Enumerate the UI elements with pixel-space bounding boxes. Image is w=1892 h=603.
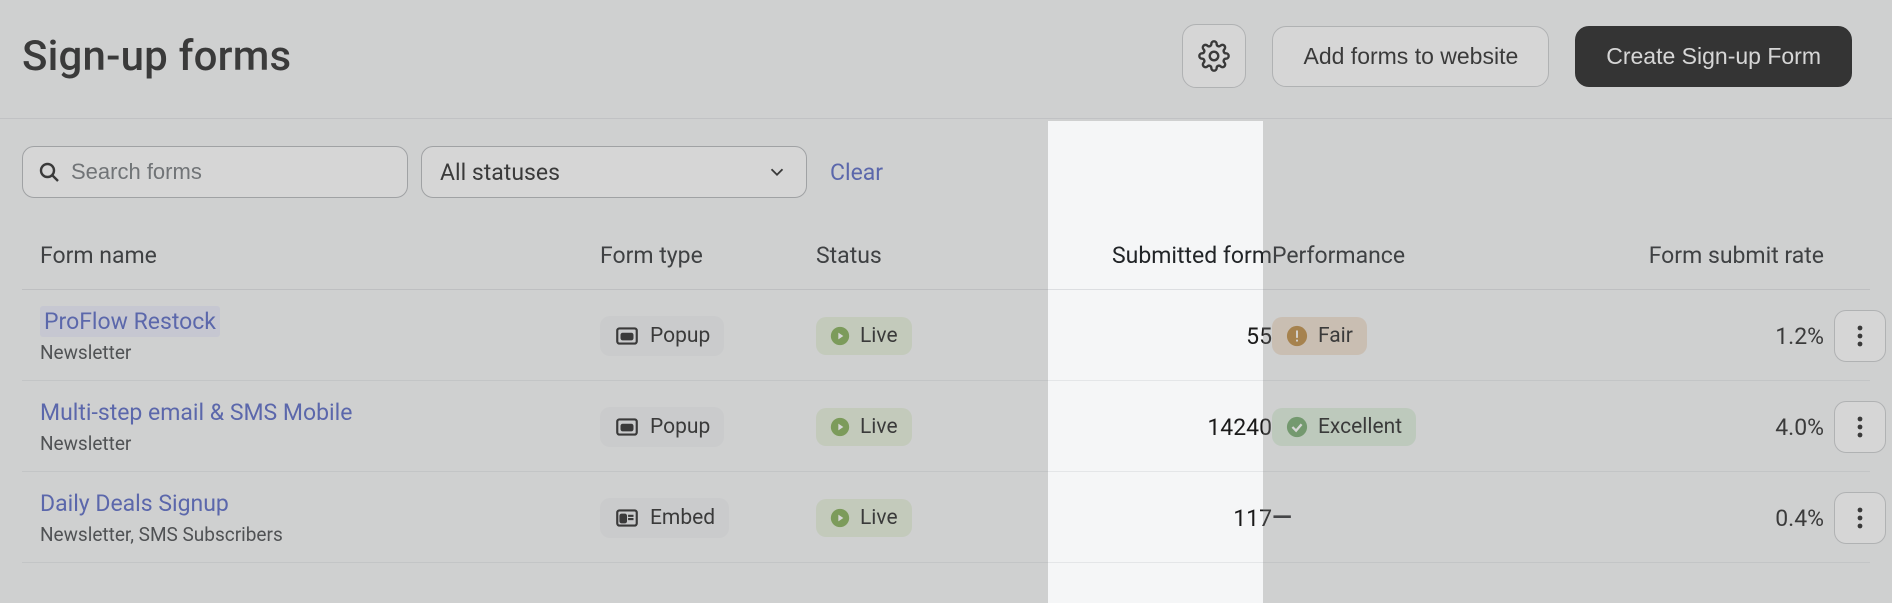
form-type-label: Popup — [650, 415, 710, 439]
form-type-label: Popup — [650, 324, 710, 348]
form-name-link[interactable]: Multi-step email & SMS Mobile — [40, 399, 352, 426]
performance-label: Fair — [1318, 324, 1353, 348]
table-header: Form name Form type Status Submitted for… — [22, 228, 1870, 290]
settings-button[interactable] — [1182, 24, 1246, 88]
row-actions-button[interactable] — [1834, 492, 1886, 544]
form-subtitle: Newsletter, SMS Subscribers — [40, 523, 600, 546]
submitted-count: 55 — [1072, 323, 1272, 350]
submitted-count: 14240 — [1072, 414, 1272, 441]
table-row: ProFlow Restock Newsletter Popup Live 55 Fair… — [22, 290, 1870, 381]
play-icon — [830, 508, 850, 528]
col-form-type: Form type — [600, 242, 816, 269]
warning-icon — [1286, 325, 1308, 347]
performance-pill: Fair — [1272, 317, 1367, 355]
table-row: Daily Deals Signup Newsletter, SMS Subscr… — [22, 472, 1870, 563]
more-vertical-icon — [1857, 507, 1863, 529]
status-label: Live — [860, 324, 898, 348]
search-icon — [37, 160, 61, 184]
form-type-pill: Embed — [600, 498, 729, 538]
table-row: Multi-step email & SMS Mobile Newsletter P… — [22, 381, 1870, 472]
check-icon — [1286, 416, 1308, 438]
form-type-pill: Popup — [600, 316, 724, 356]
form-subtitle: Newsletter — [40, 341, 600, 364]
status-filter[interactable]: All statuses — [421, 146, 807, 198]
popup-icon — [614, 323, 640, 349]
col-performance: Performance — [1272, 242, 1632, 269]
form-name-link[interactable]: Daily Deals Signup — [40, 490, 229, 517]
more-vertical-icon — [1857, 416, 1863, 438]
form-type-pill: Popup — [600, 407, 724, 447]
status-pill: Live — [816, 408, 912, 446]
submit-rate: 4.0% — [1632, 414, 1824, 441]
search-input[interactable] — [71, 159, 393, 185]
form-type-label: Embed — [650, 506, 715, 530]
col-status: Status — [816, 242, 1072, 269]
col-rate: Form submit rate — [1632, 242, 1824, 269]
form-name-link[interactable]: ProFlow Restock — [40, 306, 220, 337]
create-form-button[interactable]: Create Sign-up Form — [1575, 26, 1852, 87]
chevron-down-icon — [766, 161, 788, 183]
row-actions-button[interactable] — [1834, 401, 1886, 453]
play-icon — [830, 417, 850, 437]
performance-label: Excellent — [1318, 415, 1402, 439]
add-forms-button[interactable]: Add forms to website — [1272, 26, 1549, 87]
page-title: Sign-up forms — [22, 32, 291, 81]
status-label: Live — [860, 415, 898, 439]
status-filter-value: All statuses — [440, 159, 560, 186]
more-vertical-icon — [1857, 325, 1863, 347]
submitted-count: 117 — [1072, 505, 1272, 532]
status-pill: Live — [816, 317, 912, 355]
play-icon — [830, 326, 850, 346]
form-subtitle: Newsletter — [40, 432, 600, 455]
performance-empty: — — [1272, 503, 1292, 533]
submit-rate: 0.4% — [1632, 505, 1824, 532]
clear-filters-link[interactable]: Clear — [830, 159, 883, 186]
performance-pill: Excellent — [1272, 408, 1416, 446]
gear-icon — [1198, 40, 1230, 72]
col-submitted: Submitted form — [1072, 242, 1272, 269]
submit-rate: 1.2% — [1632, 323, 1824, 350]
status-pill: Live — [816, 499, 912, 537]
col-form-name: Form name — [40, 242, 600, 269]
embed-icon — [614, 505, 640, 531]
popup-icon — [614, 414, 640, 440]
status-label: Live — [860, 506, 898, 530]
search-input-wrapper[interactable] — [22, 146, 408, 198]
row-actions-button[interactable] — [1834, 310, 1886, 362]
